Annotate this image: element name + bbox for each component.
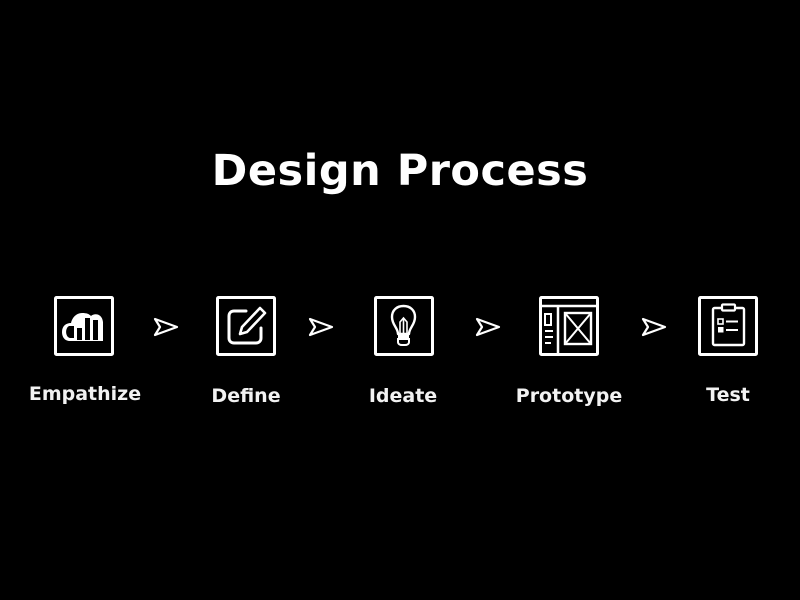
step-define <box>216 296 276 356</box>
step-test <box>698 296 758 356</box>
step-prototype <box>539 296 599 356</box>
step-label-empathize: Empathize <box>28 383 142 405</box>
step-empathize <box>54 296 114 356</box>
arrow-right-icon <box>640 316 668 338</box>
wireframe-layout-icon <box>539 296 599 356</box>
step-label-prototype: Prototype <box>515 385 623 407</box>
clipboard-checklist-icon <box>698 296 758 356</box>
step-label-define: Define <box>211 385 281 407</box>
arrow-right-icon <box>307 316 335 338</box>
step-label-test: Test <box>706 384 750 406</box>
heart-bar-chart-icon <box>54 296 114 356</box>
edit-pencil-icon <box>216 296 276 356</box>
arrow-right-icon <box>474 316 502 338</box>
lightbulb-icon <box>374 296 434 356</box>
arrow-right-icon <box>152 316 180 338</box>
page-title: Design Process <box>211 146 589 196</box>
step-ideate <box>374 296 434 356</box>
step-label-ideate: Ideate <box>368 385 438 407</box>
